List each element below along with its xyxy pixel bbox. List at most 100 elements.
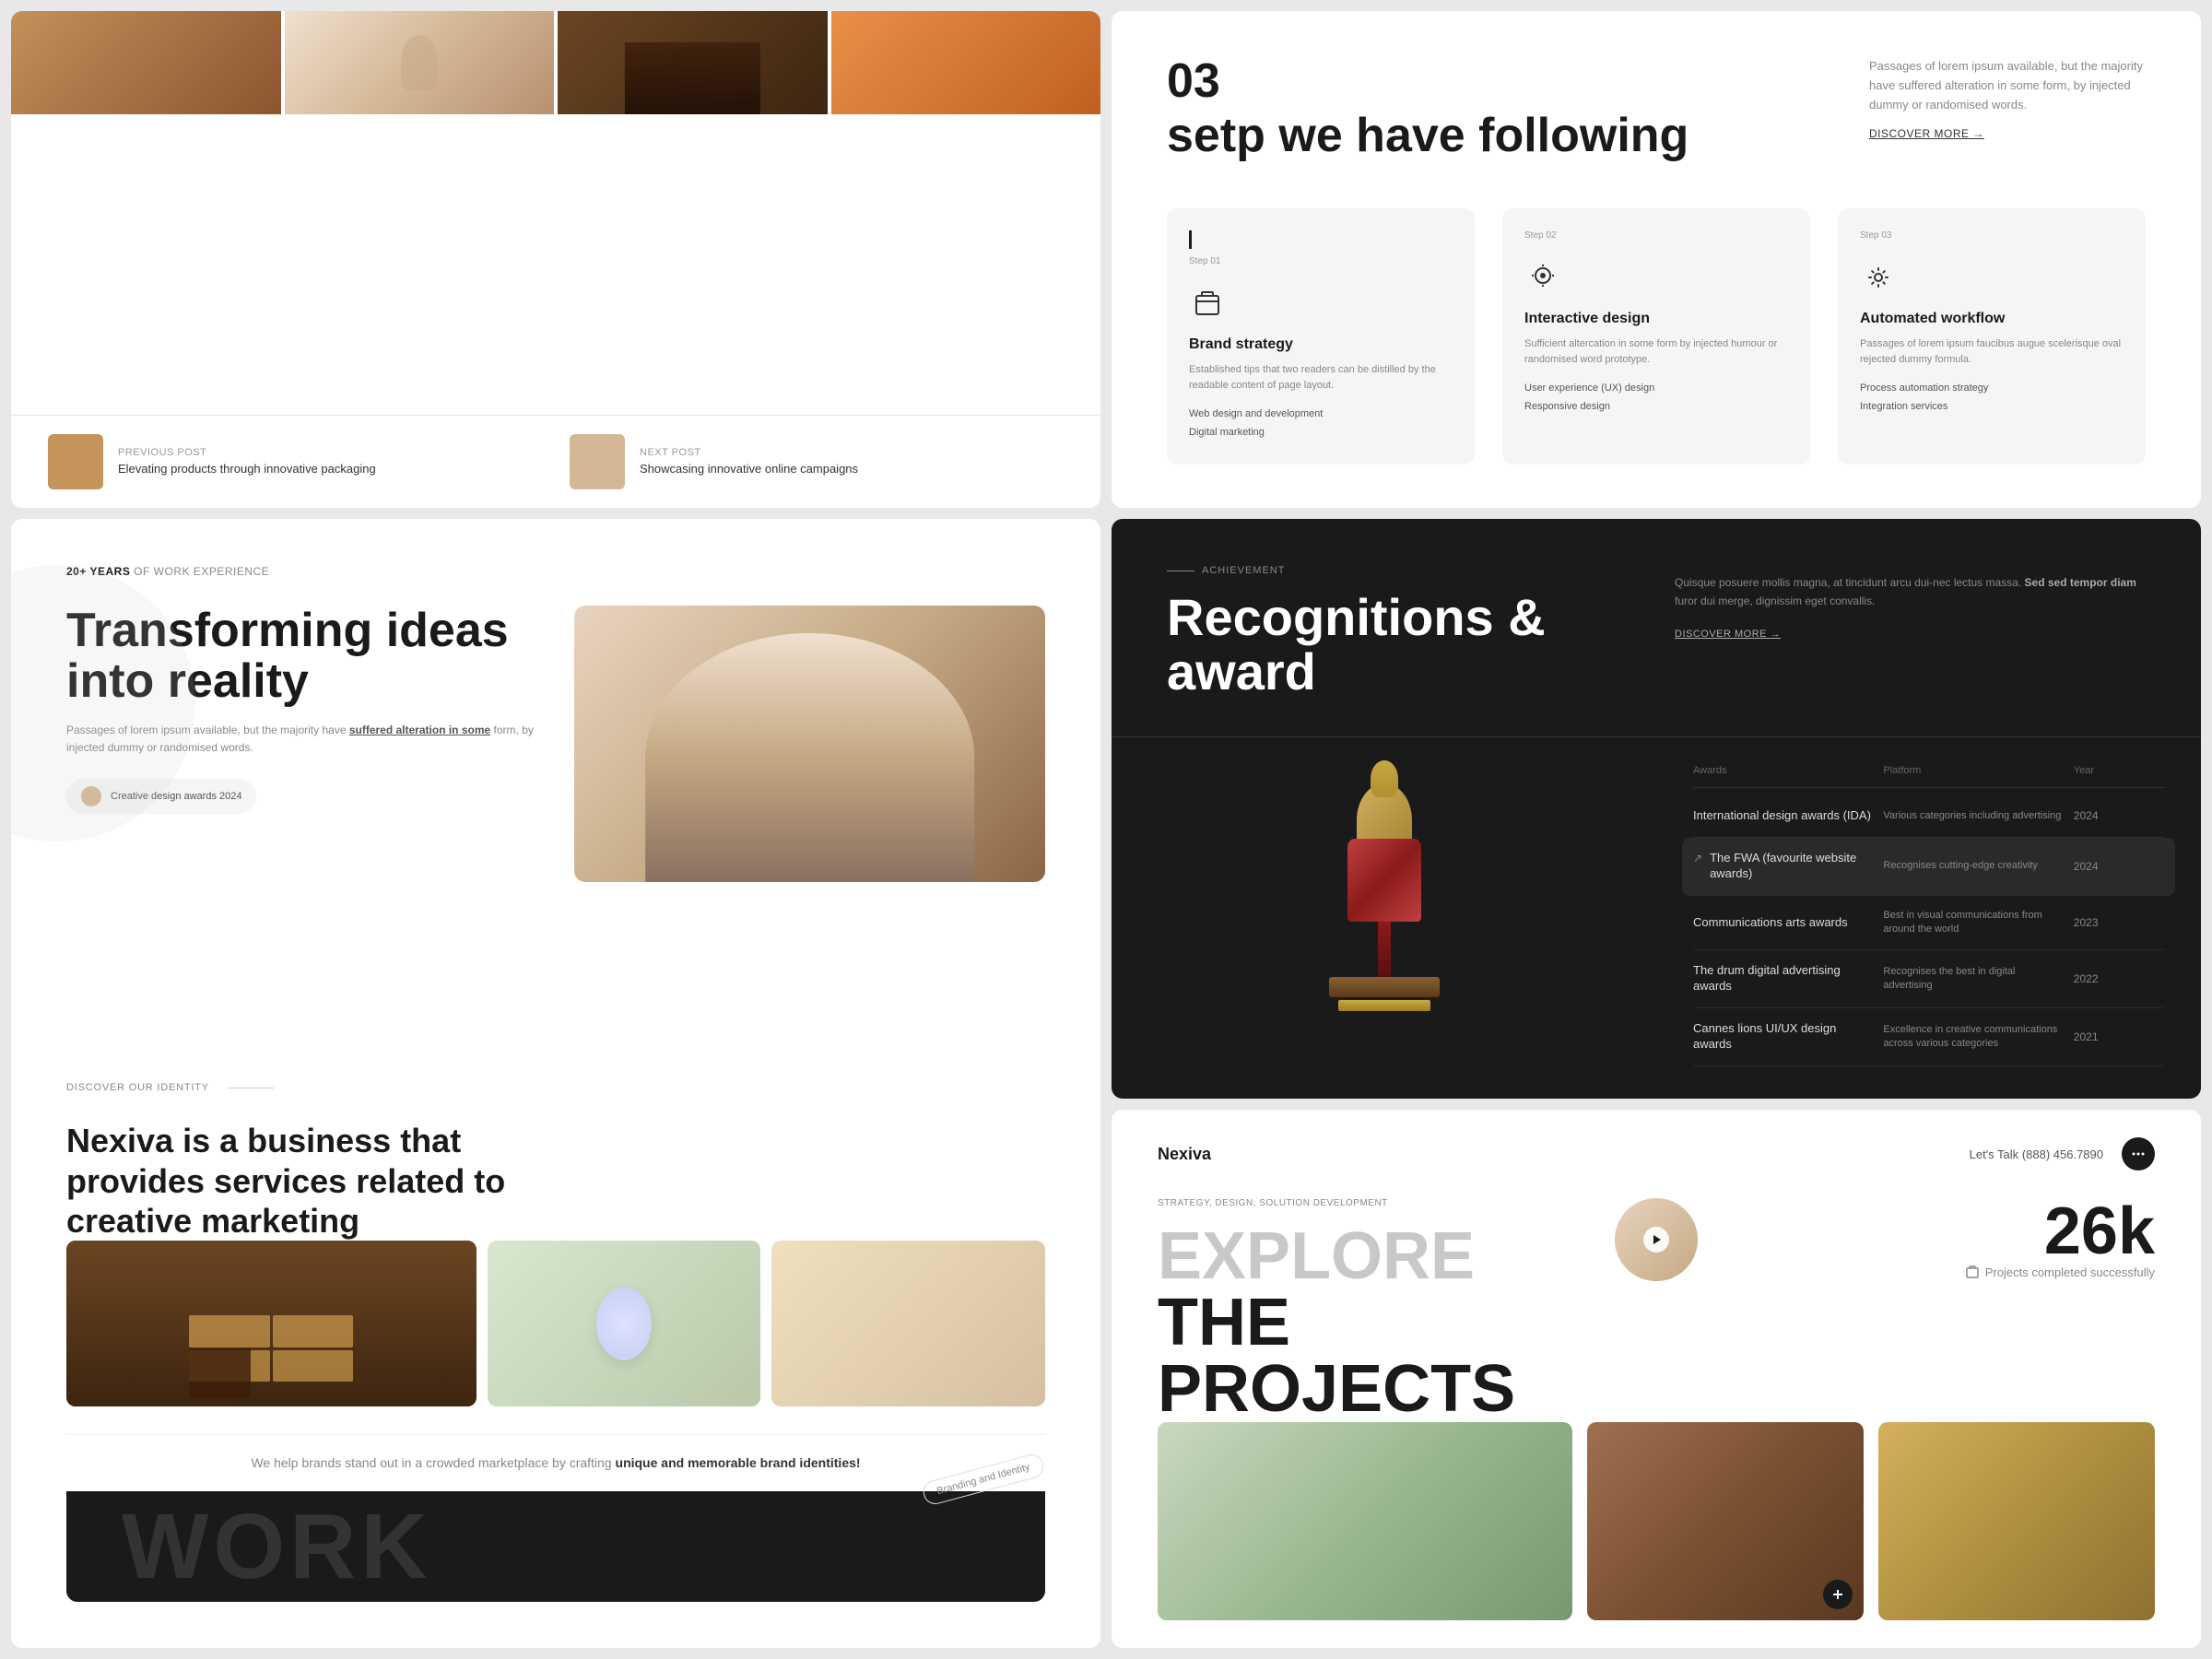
photo-1	[11, 11, 281, 114]
next-post-thumb	[570, 434, 625, 489]
discover-identity-row: DISCOVER OUR IDENTITY	[66, 1082, 1045, 1093]
award-year-3: 2022	[2074, 972, 2164, 985]
recognition-panel: ACHIEVEMENT Recognitions & award Quisque…	[1112, 519, 2201, 1099]
trophy-area	[1112, 737, 1656, 1099]
step-num-1: Step 01	[1189, 256, 1453, 266]
work-banner: WORK	[66, 1491, 1045, 1602]
awards-table-header: Awards Platform Year	[1693, 765, 2164, 788]
trio-photo-2	[488, 1241, 761, 1406]
prev-post-thumb	[48, 434, 103, 489]
years-label: OF WORK EXPERIENCE	[134, 565, 269, 578]
nexiva-center	[1615, 1198, 1698, 1281]
trio-photo-1	[66, 1241, 477, 1406]
step-bar-1	[1189, 230, 1192, 249]
box-icon	[1193, 288, 1222, 318]
award-year-0: 2024	[2074, 809, 2164, 822]
years-badge: 20+ YEARS OF WORK EXPERIENCE	[66, 565, 269, 578]
menu-icon	[2131, 1147, 2146, 1161]
col-head-platform: Platform	[1883, 765, 2064, 776]
plus-icon	[1831, 1588, 1844, 1601]
award-platform-2: Best in visual communications from aroun…	[1883, 909, 2064, 937]
agency-tagline: Nexiva is a business that provides servi…	[66, 1121, 527, 1241]
project-card-3	[1878, 1422, 2155, 1620]
award-name-4: Cannes lions UI/UX design awards	[1693, 1021, 1874, 1053]
step-features-3: Process automation strategy Integration …	[1860, 380, 2124, 417]
explore-headline: EXPLORE THE PROJECTS	[1158, 1223, 1587, 1422]
next-post[interactable]: NEXT POST Showcasing innovative online c…	[570, 434, 1064, 489]
stat-number: 26k	[2044, 1198, 2155, 1265]
nexiva-right: 26k Projects completed successfully	[1725, 1198, 2155, 1279]
steps-desc-text: Passages of lorem ipsum available, but t…	[1869, 57, 2146, 114]
achievement-label: ACHIEVEMENT	[1167, 565, 1638, 576]
cursor-icon	[1528, 263, 1558, 292]
photo-grid-top	[11, 11, 1100, 122]
step-card-3: Step 03 Automated workflow Passages of l…	[1838, 208, 2146, 465]
prev-label: PREVIOUS POST	[118, 447, 542, 458]
award-platform-4: Excellence in creative communications ac…	[1883, 1023, 2064, 1052]
step-icon-3	[1860, 259, 1897, 296]
steps-discover-link[interactable]: DISCOVER MORE →	[1869, 127, 2146, 140]
agency-desc: Passages of lorem ipsum available, but t…	[66, 722, 537, 757]
photo-4	[831, 11, 1101, 114]
brand-tagline-text: We help brands stand out in a crowded ma…	[66, 1453, 1045, 1473]
nexiva-hero: STRATEGY, DESIGN, SOLUTION DEVELOPMENT E…	[1158, 1198, 2155, 1422]
next-title: Showcasing innovative online campaigns	[640, 462, 1064, 477]
col-head-awards: Awards	[1693, 765, 1874, 776]
avatar-play-button[interactable]	[1615, 1198, 1698, 1281]
steps-grid: Step 01 Brand strategy Established tips …	[1167, 208, 2146, 465]
nexiva-header: Nexiva Let's Talk (888) 456.7890	[1158, 1137, 2155, 1171]
projects-grid	[1158, 1422, 2155, 1620]
award-year-1: 2024	[2074, 860, 2164, 873]
explore-text-light: EXPLORE	[1158, 1219, 1475, 1293]
award-row-1: ↗The FWA (favourite website awards)Recog…	[1682, 838, 2175, 896]
rec-title: Recognitions & award	[1167, 591, 1638, 700]
award-year-2: 2023	[2074, 916, 2164, 929]
award-row-2: Communications arts awardsBest in visual…	[1693, 896, 2164, 951]
post-navigation: PREVIOUS POST Elevating products through…	[11, 415, 1100, 508]
step-icon-1	[1189, 285, 1226, 322]
steps-number: 03	[1167, 57, 1688, 105]
award-platform-1: Recognises cutting-edge creativity	[1883, 859, 2064, 873]
award-row-4: Cannes lions UI/UX design awards Excellen…	[1693, 1008, 2164, 1066]
stat-label: Projects completed successfully	[1965, 1265, 2155, 1279]
award-row-0: International design awards (IDA)Various…	[1693, 795, 2164, 838]
awards-rows: International design awards (IDA)Various…	[1693, 795, 2164, 1066]
col-head-year: Year	[2074, 765, 2164, 776]
step-num-3: Step 03	[1860, 230, 2124, 241]
photo-2	[285, 11, 555, 114]
trophy-sim	[1292, 765, 1477, 1060]
explore-text-dark: THE	[1158, 1286, 1290, 1359]
agency-panel: 20+ YEARS OF WORK EXPERIENCE Transformin…	[11, 519, 1100, 1648]
prev-post[interactable]: PREVIOUS POST Elevating products through…	[48, 434, 542, 489]
step-title-2: Interactive design	[1524, 311, 1788, 327]
award-name-3: The drum digital advertising awards	[1693, 963, 1874, 994]
awards-table: Awards Platform Year International desig…	[1656, 737, 2201, 1099]
strategy-label: STRATEGY, DESIGN, SOLUTION DEVELOPMENT	[1158, 1198, 1587, 1208]
years-number: 20+ YEARS	[66, 565, 130, 578]
steps-description: Passages of lorem ipsum available, but t…	[1869, 57, 2146, 140]
step-title-1: Brand strategy	[1189, 336, 1453, 353]
person-silhouette	[645, 633, 975, 882]
rec-discover-link[interactable]: DISCOVER MORE →	[1675, 629, 2146, 640]
project-plus-button[interactable]	[1823, 1580, 1853, 1609]
step-num-2: Step 02	[1524, 230, 1788, 241]
steps-subtitle: setp we have following	[1167, 110, 1688, 162]
photo-3	[558, 11, 828, 114]
projects-icon	[1965, 1265, 1980, 1279]
nexiva-menu-button[interactable]	[2122, 1137, 2155, 1171]
step-features-1: Web design and development Digital marke…	[1189, 406, 1453, 442]
prev-post-meta: PREVIOUS POST Elevating products through…	[118, 447, 542, 477]
nexiva-contact: Let's Talk (888) 456.7890	[1970, 1147, 2103, 1161]
steps-title-block: 03 setp we have following	[1167, 57, 1688, 162]
next-label: NEXT POST	[640, 447, 1064, 458]
rec-left: ACHIEVEMENT Recognitions & award	[1167, 565, 1638, 700]
blog-nav-panel: PREVIOUS POST Elevating products through…	[11, 11, 1100, 508]
steps-panel: 03 setp we have following Passages of lo…	[1112, 11, 2201, 508]
gear-icon	[1864, 263, 1893, 292]
discover-identity-link[interactable]: DISCOVER OUR IDENTITY	[66, 1082, 209, 1093]
agency-title: Transforming ideas into reality	[66, 606, 537, 706]
agency-header: 20+ YEARS OF WORK EXPERIENCE	[66, 565, 1045, 578]
person-photo	[574, 606, 1045, 882]
right-column: ACHIEVEMENT Recognitions & award Quisque…	[1112, 519, 2201, 1648]
rec-right: Quisque posuere mollis magna, at tincidu…	[1675, 565, 2146, 700]
